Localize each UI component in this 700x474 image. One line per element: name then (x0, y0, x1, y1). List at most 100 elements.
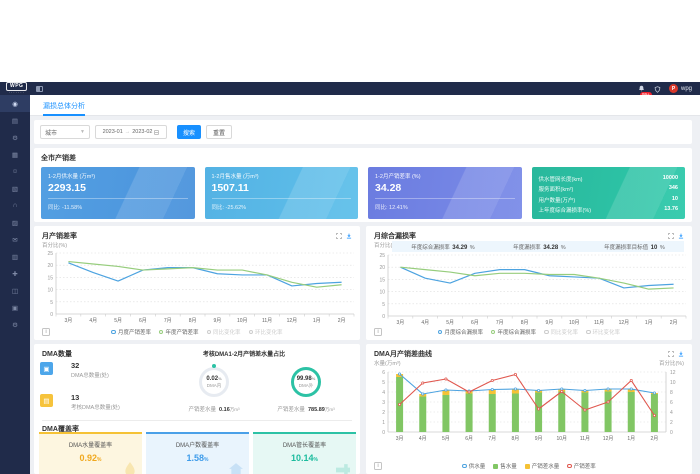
kpi-yoy: 同比: -11.58% (48, 203, 188, 211)
x-axis-label: 4月 (89, 318, 97, 324)
security-icon: ✚ (12, 270, 17, 278)
date-range-input[interactable]: 2023-01 → 2023-02 (95, 125, 167, 139)
bell-icon (638, 85, 645, 92)
sidebar-item-billing[interactable]: ▥ (0, 248, 30, 265)
reset-button[interactable]: 重置 (206, 125, 232, 139)
sidebar-collapse-icon[interactable] (36, 86, 43, 92)
coverage-label: DMA管长覆盖率 (253, 440, 356, 449)
legend-item-同比变化率[interactable]: 同比变化率 (544, 328, 578, 336)
x-axis-label: 7月 (164, 318, 172, 324)
download-icon[interactable] (678, 233, 684, 239)
notification-bell[interactable]: 99+ (638, 85, 645, 92)
app-logo[interactable]: WPG ······· (6, 82, 27, 95)
billing-icon: ▥ (12, 253, 18, 261)
sidebar-item-support[interactable]: ∩ (0, 197, 30, 214)
x-axis-label: 3月 (397, 320, 405, 326)
legend-label: 环比变化率 (593, 328, 621, 336)
sidebar-item-assets[interactable]: ▧ (0, 180, 30, 197)
x-axis-label: 2月 (338, 318, 346, 324)
download-icon[interactable] (346, 233, 352, 239)
date-end-value: 2023-02 (132, 129, 152, 135)
legend-item-售水量[interactable]: 售水量 (493, 462, 517, 470)
legend-item-年度综合漏损率[interactable]: 年度综合漏损率 (491, 328, 536, 336)
x-axis-label: 5月 (114, 318, 122, 324)
legend-item-供水量[interactable]: 供水量 (462, 462, 485, 470)
x-axis-label: 3月 (65, 318, 73, 324)
sidebar-item-overview[interactable]: ◉ (0, 95, 30, 112)
download-icon[interactable] (678, 351, 684, 357)
legend-item-同比变化率[interactable]: 同比变化率 (207, 328, 241, 336)
legend-item-产销差水量[interactable]: 产销差水量 (525, 462, 560, 470)
sidebar-item-documents[interactable]: ▣ (0, 299, 30, 316)
sidebar-item-apps[interactable]: ▦ (0, 146, 30, 163)
divider (42, 420, 352, 421)
monthly-leakage-rate-panel: 月综合漏损率 百分比(%) 年度综合漏损率 34.29 %年度漏损率 34.28… (366, 226, 692, 340)
legend-marker (586, 330, 591, 335)
info-row-label: 用户数量(万户) (539, 196, 576, 204)
sidebar-item-users[interactable]: ☺ (0, 163, 30, 180)
dma-monthly-curve-panel: DMA月产销差曲线 水量(万m³) 百分比(%) 012345602468101… (366, 344, 692, 474)
legend-label: 供水量 (469, 462, 486, 470)
sidebar-item-settings[interactable]: ⚙ (0, 316, 30, 333)
city-select[interactable]: 城市 ▼ (40, 125, 90, 139)
info-icon[interactable]: i (374, 328, 382, 336)
sidebar-item-report[interactable]: ▤ (0, 112, 30, 129)
legend-item-环比变化率[interactable]: 环比变化率 (249, 328, 283, 336)
settings-icon: ⚙ (12, 321, 18, 329)
sidebar-item-package[interactable]: ◫ (0, 282, 30, 299)
svg-text:0: 0 (382, 314, 385, 320)
legend-label: 同比变化率 (551, 328, 579, 336)
legend-marker (567, 464, 572, 469)
kpi-label: 1-2月供水量 (万m³) (48, 172, 188, 180)
fullscreen-icon[interactable] (336, 233, 342, 239)
series-line-产销差率 (400, 375, 655, 416)
sidebar-item-message[interactable]: ✉ (0, 231, 30, 248)
sidebar-item-network[interactable]: ⚙ (0, 129, 30, 146)
search-button[interactable]: 搜索 (177, 125, 201, 139)
fullscreen-icon[interactable] (668, 233, 674, 239)
info-icon[interactable]: i (374, 462, 382, 470)
series-line-年度产销差率 (68, 262, 341, 288)
legend-item-月度综合漏损率[interactable]: 月度综合漏损率 (438, 328, 483, 336)
svg-text:6: 6 (382, 370, 385, 376)
dma-total-value: 32 (71, 361, 79, 370)
legend-marker (491, 330, 496, 335)
tab-leak-analysis[interactable]: 漏损总体分析 (43, 95, 85, 116)
svg-text:10: 10 (670, 380, 676, 386)
annual-rate-item: 年度综合漏损率 34.29 % (411, 243, 474, 251)
sidebar-item-analysis[interactable]: ▨ (0, 214, 30, 231)
svg-text:8: 8 (670, 390, 673, 396)
x-axis-label: 6月 (139, 318, 147, 324)
svg-text:10: 10 (379, 290, 385, 296)
sidebar-item-security[interactable]: ✚ (0, 265, 30, 282)
support-icon: ∩ (13, 202, 18, 209)
kpi-card-nrw-rate: 1-2月产销差率 (%) 34.28 同比: 12.41% (368, 167, 522, 219)
x-axis-label: 1月 (313, 318, 321, 324)
date-separator: → (125, 129, 131, 135)
tab-label: 漏损总体分析 (43, 101, 85, 111)
legend-item-年度产销差率[interactable]: 年度产销差率 (159, 328, 199, 336)
svg-text:5: 5 (382, 380, 385, 386)
main-content: 漏损总体分析 城市 ▼ 2023-01 → 2023-02 搜索 重置 全市产销… (30, 95, 700, 474)
dma-total-icon: ▣ (40, 362, 53, 375)
x-axis-label: 11月 (580, 436, 590, 442)
documents-icon: ▣ (12, 304, 18, 312)
avatar[interactable]: P (669, 84, 678, 93)
fullscreen-icon[interactable] (668, 351, 674, 357)
bar-sales (558, 392, 565, 433)
kpi-yoy: 同比: 12.41% (375, 203, 515, 211)
svg-text:0: 0 (50, 312, 53, 318)
username-label[interactable]: wpg (681, 86, 692, 92)
legend-label: 年度产销差率 (165, 328, 198, 336)
legend-item-产销差率[interactable]: 产销差率 (567, 462, 596, 470)
legend-item-环比变化率[interactable]: 环比变化率 (586, 328, 620, 336)
sidebar: ◉▤⚙▦☺▧∩▨✉▥✚◫▣⚙ (0, 95, 30, 474)
tab-bar: 漏损总体分析 (30, 95, 700, 116)
svg-text:12: 12 (670, 370, 676, 376)
info-icon[interactable]: i (42, 328, 50, 336)
series-line-年度综合漏损率 (400, 267, 673, 289)
x-axis-label: 11月 (262, 318, 272, 324)
legend-item-月度产销差率[interactable]: 月度产销差率 (111, 328, 151, 336)
svg-text:2: 2 (670, 420, 673, 426)
x-axis-label: 12月 (603, 436, 614, 442)
